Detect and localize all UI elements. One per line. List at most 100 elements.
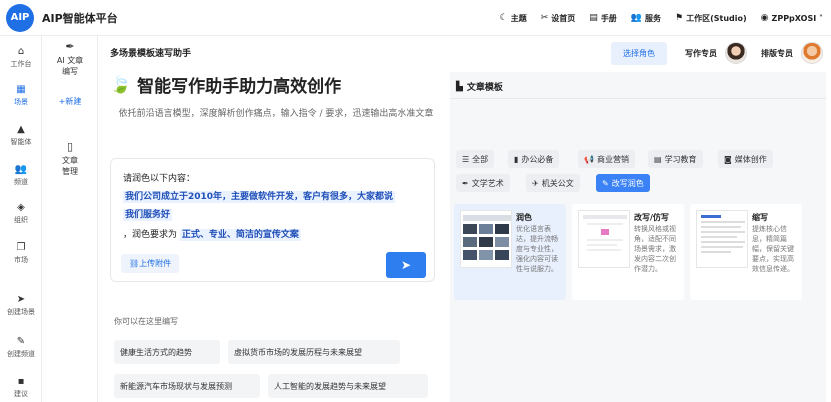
template-name: 改写/仿写 <box>634 213 669 222</box>
service-button[interactable]: 👥 服务 <box>631 13 661 24</box>
prompt-line-3: 我们服务好 <box>123 207 173 221</box>
prompt-input-card[interactable]: 请润色以下内容： 我们公司成立于2010年，主要做软件开发，客户有很多，大家都说… <box>110 158 435 282</box>
copy-icon: ❐ <box>16 242 26 253</box>
home-icon: ⌂ <box>17 46 25 57</box>
template-panel: ▙ 文章模板 ☰ 全部 ▮ 办公必备 📢 商业营销 ▤ 学习教育 ◙ 媒体创作 ✒ 文学艺术… <box>450 72 826 402</box>
thumbnail-image <box>701 215 745 253</box>
grid-icon: ▦ <box>16 84 26 95</box>
book-icon: ▤ <box>654 154 662 164</box>
template-name: 缩写 <box>752 213 768 222</box>
set-homepage-button[interactable]: ✂ 设首页 <box>541 13 576 24</box>
camera-icon: ◙ <box>724 154 732 164</box>
writer-avatar[interactable] <box>725 42 747 64</box>
pen-icon: ✎ <box>16 336 26 347</box>
document-icon: ▯ <box>66 140 74 153</box>
sidebar-item-agents[interactable]: ▲ 智能体 <box>0 124 42 147</box>
pencil-icon: ✎ <box>602 178 609 188</box>
template-title: ▙ 文章模板 <box>456 81 503 94</box>
suggestion-chip[interactable]: 人工智能的发展趋势与未来展望 <box>268 374 428 398</box>
header-actions: 选择角色 写作专员 排版专员 <box>611 39 823 67</box>
list-icon: ☰ <box>462 154 470 164</box>
suggestion-chip[interactable]: 虚拟货币市场的发展历程与未来展望 <box>228 340 400 364</box>
main-content: 多场景模板速写助手 选择角色 写作专员 排版专员 🍃 智能写作助手助力高效创作 … <box>98 36 831 402</box>
layout-label: 排版专员 <box>761 48 793 58</box>
prompt-line-4: ，润色要求为 正式、专业、简洁的宣传文案 <box>123 229 301 241</box>
users-icon: 👥 <box>630 13 643 23</box>
top-nav: ☾ 主题 ✂ 设首页 ▤ 手册 👥 服务 ⚑ 工作区(Studio) ◉ ZPPpXOSI … <box>500 0 823 36</box>
hero-title: 🍃 智能写作助手助力高效创作 <box>110 74 342 98</box>
subnav-article-management[interactable]: ▯ 文章 管理 <box>42 140 98 177</box>
suggestions-hint: 你可以在这里编写 <box>114 317 178 326</box>
highlight-content-cont[interactable]: 我们服务好 <box>123 209 173 221</box>
category-all[interactable]: ☰ 全部 <box>456 150 495 168</box>
thumbnail-image <box>463 215 511 260</box>
sidebar-item-create-channel[interactable]: ✎ 创建频道 <box>0 336 42 359</box>
book-icon: ▤ <box>589 13 598 23</box>
flag-icon: ⚑ <box>675 13 684 23</box>
select-role-button[interactable]: 选择角色 <box>611 41 667 65</box>
chat-icon: ▪ <box>17 376 25 387</box>
workspace-button[interactable]: ⚑ 工作区(Studio) <box>675 13 747 24</box>
mask-icon: ◈ <box>17 202 25 213</box>
prompt-line-1: 请润色以下内容： <box>123 174 196 184</box>
moon-icon: ☾ <box>499 13 508 23</box>
category-rewrite[interactable]: ✎ 改写润色 <box>596 174 650 192</box>
category-official[interactable]: ✈ 机关公文 <box>526 174 580 192</box>
new-article-button[interactable]: +新建 <box>48 96 92 107</box>
user-icon: ◉ <box>760 13 769 23</box>
template-description: 转换风格或视角，适配不同场景需求，激发内容二次创作潜力。 <box>634 225 676 273</box>
upload-attachment-button[interactable]: ⛓上传附件 <box>121 254 180 273</box>
divider <box>450 98 826 99</box>
send-button[interactable]: ➤ <box>386 252 426 278</box>
sub-sidebar: ✒ AI 文章 编写 +新建 ▯ 文章 管理 <box>42 36 98 402</box>
fountain-pen-icon: ✒ <box>65 40 75 53</box>
users-icon: 👥 <box>14 164 28 175</box>
template-card-polish[interactable]: 润色 优化语言表达，提升流畅度与专业性，强化内容可读性与说服力。 <box>454 204 566 300</box>
top-bar: AIP AIP智能体平台 ☾ 主题 ✂ 设首页 ▤ 手册 👥 服务 ⚑ 工作区(Studi… <box>0 0 831 36</box>
sidebar-item-create-scene[interactable]: ➤ 创建场景 <box>0 294 42 317</box>
category-office[interactable]: ▮ 办公必备 <box>508 150 560 168</box>
highlight-content[interactable]: 我们公司成立于2010年，主要做软件开发，客户有很多，大家都说 <box>123 191 396 203</box>
thumbnail-image <box>583 215 627 251</box>
template-icon: ▙ <box>456 81 463 92</box>
subnav-ai-writing[interactable]: ✒ AI 文章 编写 <box>42 40 98 77</box>
category-literature[interactable]: ✒ 文学艺术 <box>456 174 510 192</box>
sidebar-item-market[interactable]: ❐ 市场 <box>0 242 42 265</box>
category-education[interactable]: ▤ 学习教育 <box>648 150 703 168</box>
brush-icon: ✒ <box>462 178 469 188</box>
template-thumbnail <box>460 210 512 268</box>
manual-button[interactable]: ▤ 手册 <box>589 13 617 24</box>
template-description: 优化语言表达，提升流畅度与专业性，强化内容可读性与说服力。 <box>516 225 558 273</box>
suggestion-chip[interactable]: 新能源汽车市场现状与发展预测 <box>114 374 260 398</box>
app-logo[interactable]: AIP <box>6 3 34 32</box>
template-description: 提炼核心信息，精简篇幅，保留关键要点，实现高效信息传递。 <box>752 225 794 273</box>
highlight-requirement[interactable]: 正式、专业、简洁的宣传文案 <box>179 229 301 241</box>
page-title: 多场景模板速写助手 <box>110 49 192 59</box>
sidebar-item-feedback[interactable]: ▪ 建议 <box>0 376 42 399</box>
category-media[interactable]: ◙ 媒体创作 <box>718 150 773 168</box>
template-card-abbreviate[interactable]: 缩写 提炼核心信息，精简篇幅，保留关键要点，实现高效信息传递。 <box>690 204 802 300</box>
template-thumbnail <box>578 210 630 268</box>
user-menu[interactable]: ◉ ZPPpXOSI ˅ <box>761 13 823 23</box>
layout-avatar[interactable] <box>801 42 823 64</box>
sail-icon: ▲ <box>17 124 25 135</box>
sidebar-item-channels[interactable]: 👥 频道 <box>0 164 42 187</box>
sidebar-item-scenes[interactable]: ▦ 场景 <box>0 84 42 107</box>
writer-label: 写作专员 <box>685 48 717 58</box>
clipboard-icon: ▮ <box>514 154 519 164</box>
scissors-icon: ✂ <box>540 13 549 23</box>
megaphone-icon: 📢 <box>584 154 594 164</box>
template-thumbnail <box>696 210 748 268</box>
sidebar-item-workbench[interactable]: ⌂ 工作台 <box>0 46 42 69</box>
leaf-icon: 🍃 <box>110 74 132 95</box>
main-sidebar: ⌂ 工作台 ▦ 场景 ▲ 智能体 👥 频道 ◈ 组织 ❐ 市场 ➤ 创建场景 ✎ 创建频道 ▪ 建… <box>0 36 42 402</box>
suggestion-chip[interactable]: 健康生活方式的趋势 <box>114 340 220 364</box>
sidebar-item-organization[interactable]: ◈ 组织 <box>0 202 42 225</box>
send-icon: ➤ <box>400 258 412 272</box>
category-marketing[interactable]: 📢 商业营销 <box>578 150 635 168</box>
theme-button[interactable]: ☾ 主题 <box>500 13 527 24</box>
template-card-rewrite[interactable]: 改写/仿写 转换风格或视角，适配不同场景需求，激发内容二次创作潜力。 <box>572 204 684 300</box>
hero-subtitle: 依托前沿语言模型，深度解析创作痛点，输入指令 / 要求，迅速输出高水准文章 <box>118 109 434 119</box>
prompt-line-2: 我们公司成立于2010年，主要做软件开发，客户有很多，大家都说 <box>123 189 396 203</box>
app-name: AIP智能体平台 <box>42 11 118 25</box>
